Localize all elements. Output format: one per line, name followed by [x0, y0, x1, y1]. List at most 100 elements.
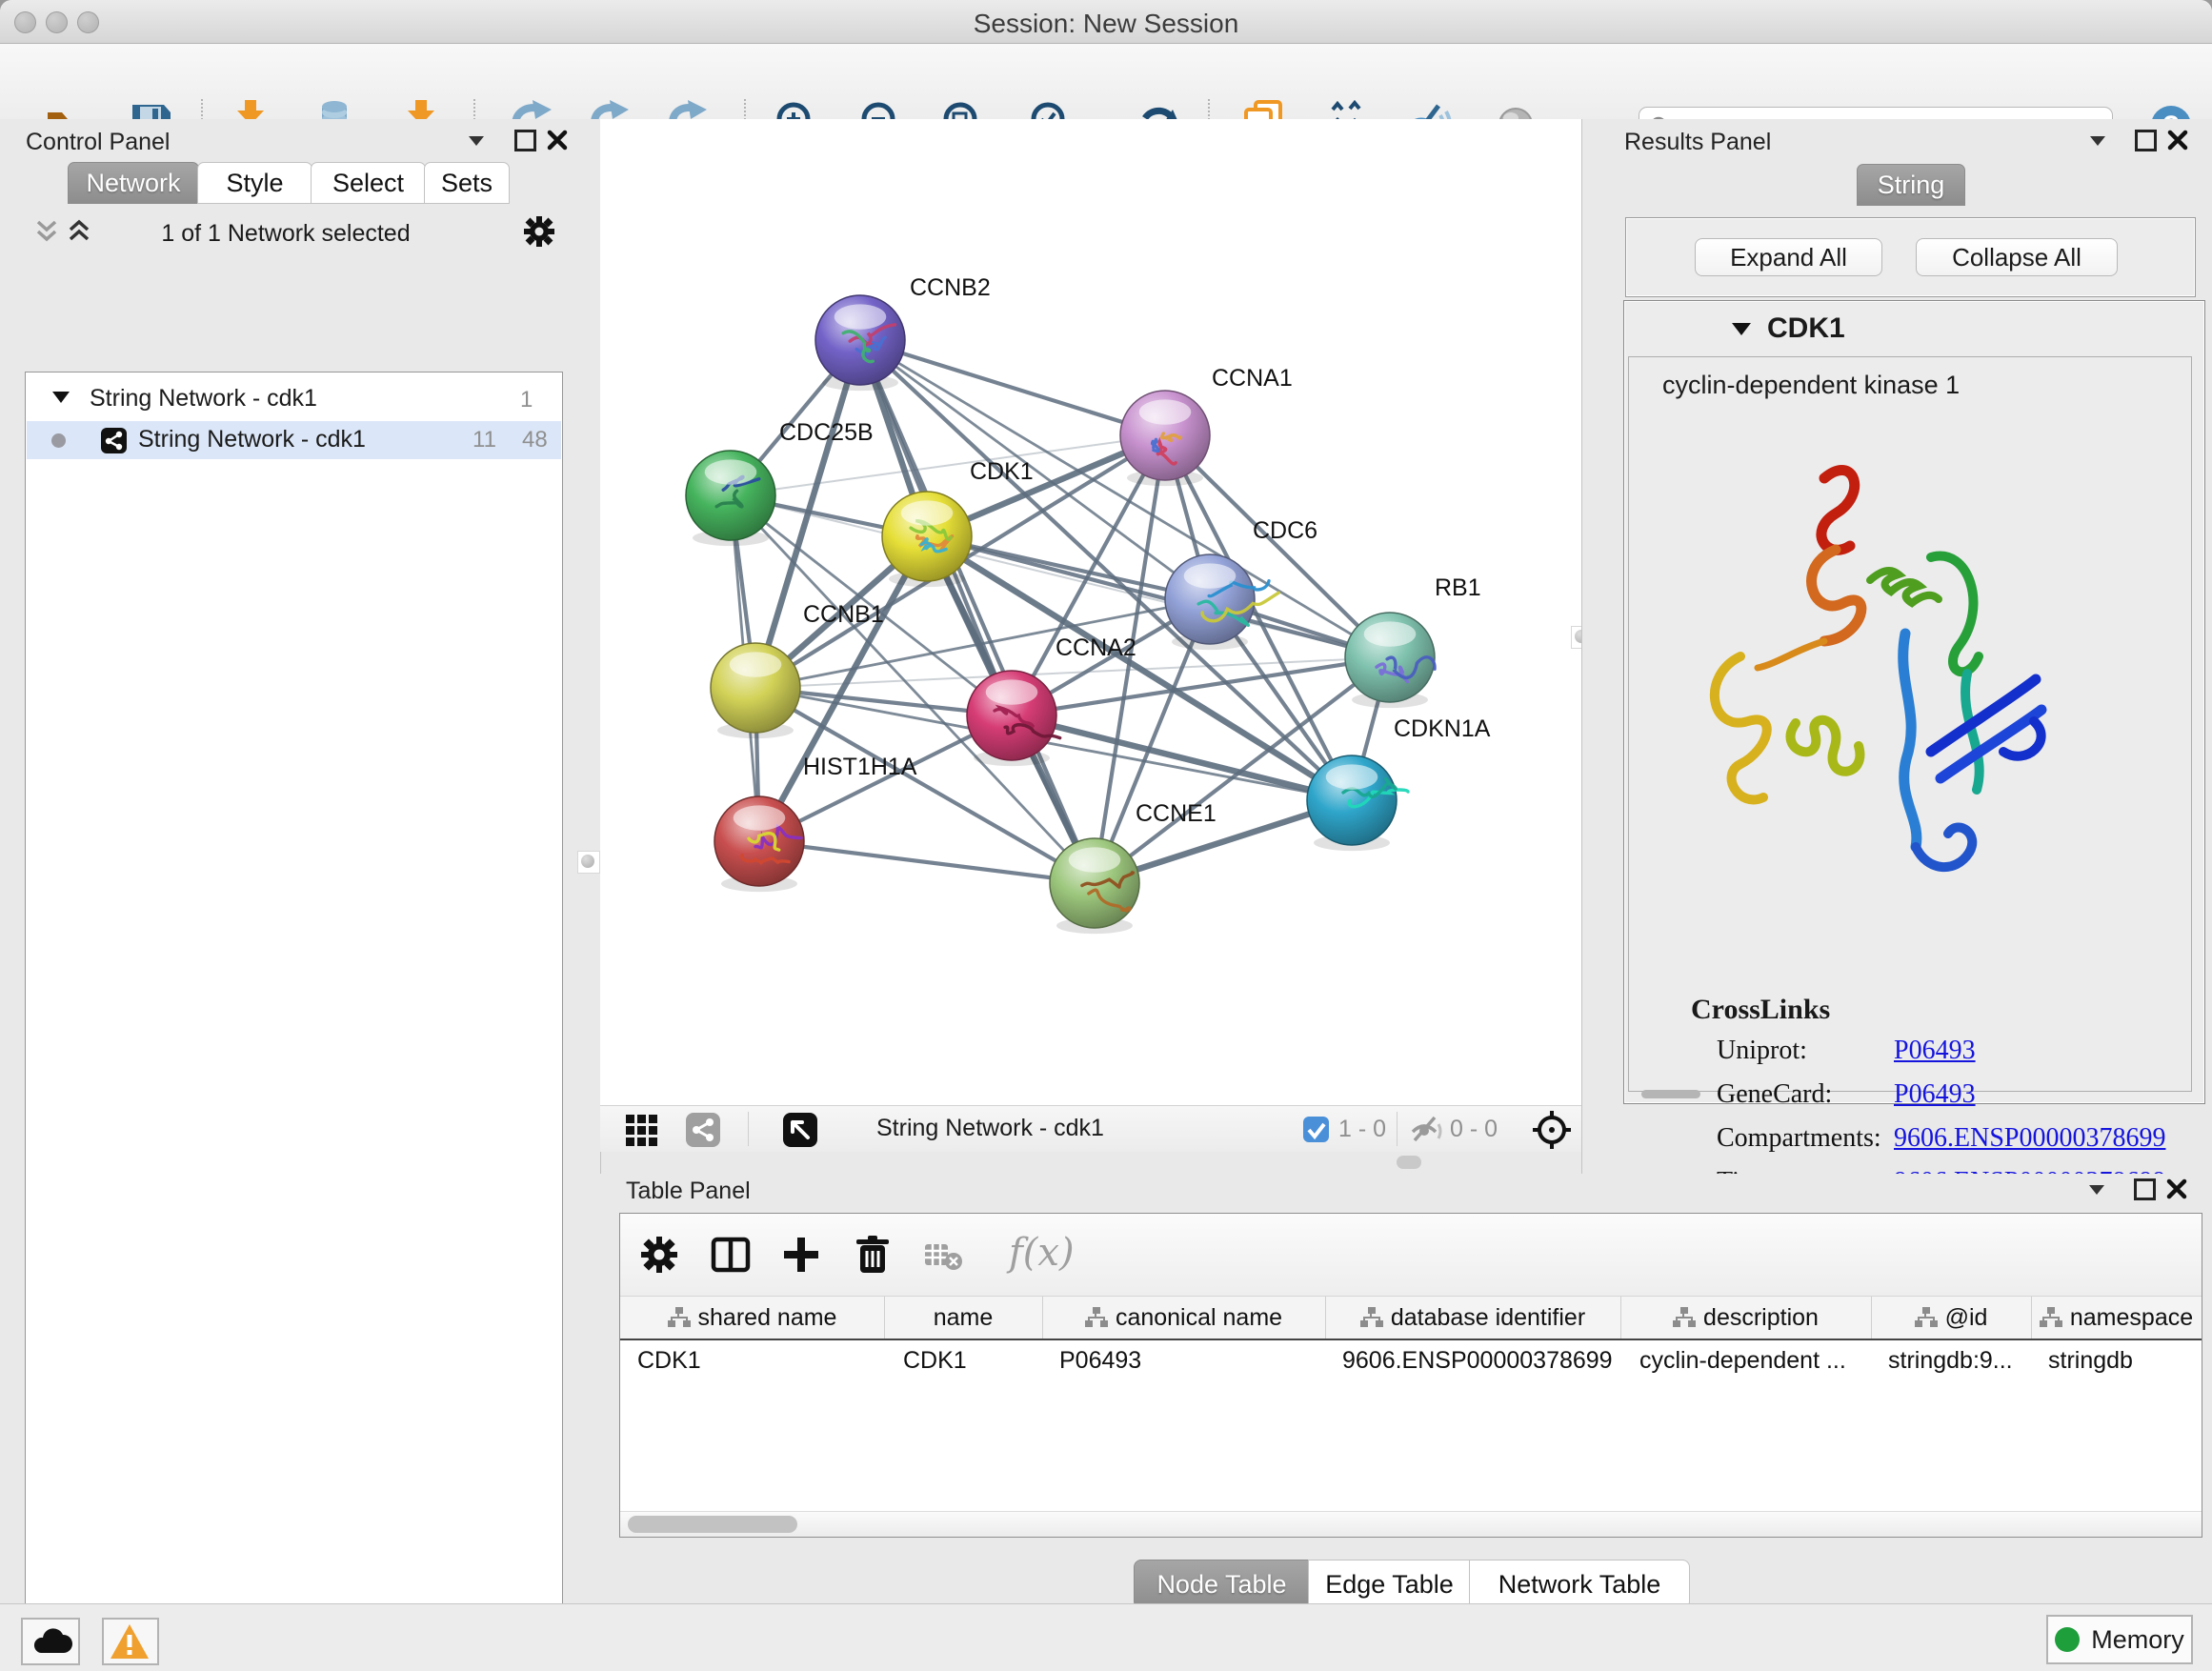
memory-status-dot [2055, 1627, 2080, 1652]
network-list: String Network - cdk1 1 String Network -… [25, 372, 563, 1671]
node-label: HIST1H1A [803, 754, 917, 780]
table-scrollbar-thumb[interactable] [628, 1516, 797, 1533]
table-cell[interactable]: P06493 [1059, 1341, 1141, 1379]
table-cell[interactable]: 9606.ENSP00000378699 [1342, 1341, 1613, 1379]
horizontal-splitter-handle[interactable] [1397, 1156, 1421, 1169]
tab-network-table[interactable]: Network Table [1469, 1560, 1690, 1609]
crosslink-label: Compartments: [1717, 1123, 1881, 1154]
column-header-name[interactable]: name [884, 1297, 1043, 1339]
node-label: CCNB1 [803, 601, 884, 628]
application-window: Session: New Session [0, 0, 2212, 1671]
memory-label: Memory [2091, 1625, 2184, 1655]
table-horizontal-scrollbar[interactable] [620, 1511, 2202, 1537]
table-cell[interactable]: CDK1 [903, 1341, 967, 1379]
collapse-all-networks-icon[interactable] [34, 219, 59, 244]
table-cell[interactable]: stringdb [2048, 1341, 2133, 1379]
column-header-shared-name[interactable]: shared name [620, 1297, 885, 1339]
network-row-selected[interactable]: String Network - cdk1 11 48 [27, 421, 561, 459]
network-node-cdc6[interactable] [1165, 554, 1278, 650]
network-edge[interactable] [927, 536, 1390, 657]
cloud-button[interactable] [21, 1618, 80, 1665]
panel-float-icon[interactable] [2135, 130, 2157, 151]
show-column-icon[interactable] [709, 1233, 753, 1277]
column-type-icon [1673, 1307, 1696, 1328]
network-node-cdk1[interactable] [882, 492, 972, 587]
network-node-ccna2[interactable] [967, 671, 1060, 766]
panel-menu-icon[interactable] [469, 136, 484, 146]
grid-view-icon[interactable] [624, 1113, 658, 1147]
network-collection-row[interactable]: String Network - cdk1 1 [27, 379, 561, 419]
panel-close-icon[interactable] [547, 130, 568, 151]
collection-expand-icon[interactable] [51, 391, 70, 404]
protein-structure-image [1681, 435, 2053, 893]
table-cell[interactable]: CDK1 [637, 1341, 701, 1379]
gene-section-expand-icon[interactable] [1731, 322, 1752, 336]
column-type-icon [1085, 1307, 1108, 1328]
tab-style[interactable]: Style [197, 162, 312, 204]
table-toolbar: f(x) [620, 1214, 2202, 1296]
expand-all-networks-icon[interactable] [67, 219, 91, 244]
tab-select[interactable]: Select [311, 162, 426, 204]
panel-menu-icon[interactable] [2089, 1185, 2104, 1195]
collapse-all-button[interactable]: Collapse All [1916, 238, 2118, 276]
results-scrollbar-thumb[interactable] [1641, 1090, 1700, 1098]
node-label: CCNB2 [910, 274, 991, 301]
tab-network[interactable]: Network [68, 162, 199, 204]
table-cell[interactable]: cyclin-dependent ... [1639, 1341, 1846, 1379]
network-node-ccnb1[interactable] [711, 643, 800, 738]
column-header-description[interactable]: description [1620, 1297, 1872, 1339]
birdseye-view-icon[interactable] [783, 1113, 817, 1147]
left-splitter-handle[interactable] [577, 851, 600, 874]
column-header-id[interactable]: @id [1871, 1297, 2032, 1339]
crosslink-label: Uniprot: [1717, 1036, 1807, 1066]
network-node-count: 11 [473, 427, 496, 453]
network-node-cdc25b[interactable] [686, 451, 775, 546]
network-edge[interactable] [860, 340, 1165, 435]
crosslink-value[interactable]: P06493 [1894, 1036, 1976, 1066]
network-node-ccna1[interactable] [1120, 391, 1210, 486]
network-node-cdkn1a[interactable] [1307, 755, 1408, 851]
network-view-icon[interactable] [686, 1113, 720, 1147]
panel-close-icon[interactable] [2167, 130, 2188, 151]
table-cell[interactable]: stringdb:9... [1888, 1341, 2013, 1379]
tab-sets[interactable]: Sets [424, 162, 510, 204]
create-column-icon[interactable] [779, 1233, 823, 1277]
crosslink-value[interactable]: 9606.ENSP00000378699 [1894, 1123, 2165, 1154]
memory-button[interactable]: Memory [2046, 1615, 2193, 1664]
warning-button[interactable] [102, 1618, 159, 1665]
column-header-namespace[interactable]: namespace [2031, 1297, 2202, 1339]
node-label: CCNE1 [1136, 800, 1217, 827]
panel-float-icon[interactable] [2134, 1178, 2156, 1200]
tab-node-table[interactable]: Node Table [1134, 1560, 1310, 1609]
network-node-rb1[interactable] [1345, 613, 1435, 708]
network-graph[interactable]: CCNB2CCNA1CDC25BCDK1CDC6RB1CCNB1CCNA2CDK… [600, 119, 1581, 1105]
tab-string[interactable]: String [1857, 164, 1965, 206]
tab-edge-table[interactable]: Edge Table [1308, 1560, 1471, 1609]
crosslink-value[interactable]: P06493 [1894, 1079, 1976, 1110]
network-edge[interactable] [759, 841, 1095, 883]
column-header-database-identifier[interactable]: database identifier [1325, 1297, 1621, 1339]
panel-close-icon[interactable] [2166, 1178, 2187, 1199]
table-options-gear-icon[interactable] [637, 1233, 681, 1277]
expand-all-button[interactable]: Expand All [1695, 238, 1882, 276]
results-panel-title: Results Panel [1624, 129, 1771, 156]
status-bar: Memory [0, 1603, 2212, 1671]
results-actions-box: Expand All Collapse All [1625, 217, 2196, 297]
crosshair-icon[interactable] [1532, 1110, 1572, 1150]
network-node-hist1h1a[interactable] [714, 796, 804, 892]
column-header-canonical-name[interactable]: canonical name [1042, 1297, 1326, 1339]
network-options-gear-icon[interactable] [522, 214, 556, 249]
selected-checkbox-icon[interactable] [1303, 1117, 1329, 1142]
collection-count: 1 [520, 387, 533, 413]
network-edge-count: 48 [522, 427, 548, 453]
panel-float-icon[interactable] [514, 130, 536, 151]
hidden-node-edge-count: 0 - 0 [1450, 1116, 1498, 1143]
network-selection-summary: 1 of 1 Network selected [124, 220, 448, 248]
network-edge[interactable] [860, 340, 1095, 883]
network-view-canvas[interactable]: CCNB2CCNA1CDC25BCDK1CDC6RB1CCNB1CCNA2CDK… [600, 119, 1581, 1105]
delete-column-icon[interactable] [851, 1233, 895, 1277]
panel-menu-icon[interactable] [2090, 136, 2105, 146]
cloud-icon [29, 1622, 76, 1661]
network-node-ccne1[interactable] [1050, 838, 1139, 934]
crosslinks-title: CrossLinks [1691, 994, 1830, 1026]
